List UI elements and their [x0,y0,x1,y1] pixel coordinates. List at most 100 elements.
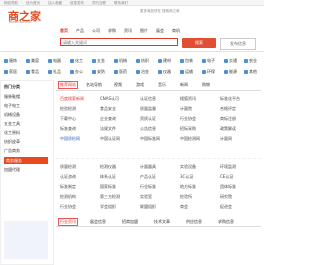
grid-link[interactable]: 计量器具 [140,164,156,170]
sidebar-item[interactable]: 化工原料 [4,130,20,136]
topbar-item[interactable]: 加入收藏 [48,1,62,6]
category-item[interactable]: 机械 [114,58,127,64]
grid-link[interactable]: 搜狐资讯 [180,96,196,102]
category-item[interactable]: 交通 [224,58,237,64]
grid-link[interactable]: CNAS认可 [100,96,119,102]
grid-link[interactable]: 行业协会 [180,116,196,122]
nav-item[interactable]: 公司 [92,28,100,34]
grid-link[interactable]: 学会组织 [100,204,116,210]
grid-link[interactable]: 团体标准 [220,184,236,190]
category-item[interactable]: 其他 [244,69,257,75]
category-item[interactable]: 服饰 [4,58,17,64]
sidebar-highlight[interactable]: 商务服务 [4,157,48,164]
tab-item[interactable]: 供应信息 [186,219,202,225]
tab-item[interactable]: 行业资讯 [58,218,78,226]
sidebar-item[interactable]: 电子电工 [4,103,20,109]
grid-link[interactable]: 商会 [180,204,188,210]
grid-link[interactable]: 标准查询 [60,126,76,132]
category-item[interactable]: 环保 [202,69,215,75]
grid-link[interactable]: 行业标准 [140,184,156,190]
grid-link[interactable]: 标准化平台 [220,96,240,102]
grid-link[interactable]: 招标采购 [180,126,196,132]
topbar-item[interactable]: 联系我们 [114,1,128,6]
nav-item[interactable]: 资讯 [124,28,132,34]
category-item[interactable]: 食品 [26,69,39,75]
grid-link[interactable]: 检验所 [180,194,192,200]
tab-item[interactable]: 新闻 [180,82,188,88]
grid-link[interactable]: 质量监督 [140,106,156,112]
grid-link[interactable]: 促进会 [220,204,232,210]
tab-item[interactable]: 求购信息 [218,219,234,225]
tab-item[interactable]: 推荐网站 [58,81,78,89]
tab-item[interactable]: 招商加盟 [122,219,138,225]
sidebar-item[interactable]: 机械设备 [4,112,20,118]
grid-link[interactable]: 检测仪器 [100,164,116,170]
grid-link[interactable]: 百度搜索新闻 [60,96,84,102]
tab-item[interactable]: 音乐 [158,82,166,88]
grid-link[interactable]: CE认证 [220,174,233,180]
grid-link[interactable]: 公告信息 [140,126,156,132]
grid-link[interactable]: 中国质检网 [60,136,80,142]
grid-link[interactable]: 产品认证 [140,174,156,180]
category-item[interactable]: 五金 [92,58,105,64]
grid-link[interactable]: 第三方检测 [100,194,120,200]
grid-link[interactable]: 体系认证 [100,174,116,180]
category-item[interactable]: 冶金 [136,69,149,75]
nav-item[interactable]: 产品 [76,28,84,34]
tab-item[interactable]: 购物 [202,82,210,88]
category-item[interactable]: 仪器 [158,69,171,75]
publish-button[interactable]: 发布信息 [220,38,256,50]
grid-link[interactable]: 研究院 [220,194,232,200]
grid-link[interactable]: 标准制定 [60,184,76,190]
tab-item[interactable]: 视频 [114,82,122,88]
grid-link[interactable]: 计量院 [180,106,192,112]
tab-item[interactable]: 技术文章 [154,219,170,225]
tab-item[interactable]: 名站导航 [86,82,102,88]
grid-link[interactable]: 认证信息 [140,96,156,102]
grid-link[interactable]: 质量检测 [60,164,76,170]
grid-link[interactable]: 地方标准 [180,184,196,190]
tab-item[interactable]: 展会信息 [90,219,106,225]
sidebar-item[interactable]: 广告商务 [4,148,20,154]
grid-link[interactable]: 国家标准 [100,184,116,190]
category-item[interactable]: 家居 [4,69,17,75]
sidebar-item[interactable]: 加盟代理 [4,167,20,173]
grid-link[interactable]: 中国检测网 [180,136,200,142]
topbar-item[interactable]: 设为首页 [26,1,40,6]
category-item[interactable]: 电子 [202,58,215,64]
category-item[interactable]: 电器 [48,58,61,64]
grid-link[interactable]: 实验室 [140,194,152,200]
grid-link[interactable]: 行业协会 [60,204,76,210]
category-item[interactable]: 礼品 [48,69,61,75]
grid-link[interactable]: 下载中心 [60,116,76,122]
sidebar-item[interactable]: 五金工具 [4,121,20,127]
grid-link[interactable]: 实验设备 [180,164,196,170]
category-item[interactable]: 安防 [92,69,105,75]
nav-item[interactable]: 图片 [140,28,148,34]
grid-link[interactable]: 检测机构 [60,194,76,200]
sidebar-item[interactable]: 纺织皮革 [4,139,20,145]
category-item[interactable]: 包装 [180,58,193,64]
category-item[interactable]: 化工 [70,58,83,64]
nav-item[interactable]: 展会 [156,28,164,34]
nav-item[interactable]: 商机 [172,28,180,34]
topbar-item[interactable]: 网站导航 [4,1,18,6]
search-input[interactable] [60,38,178,46]
grid-link[interactable]: 食品安全 [100,106,116,112]
category-item[interactable]: 农业 [244,58,257,64]
grid-link[interactable]: 中国认证网 [100,136,120,142]
topbar-item[interactable]: 同行互联 [92,1,106,6]
category-item[interactable]: 办公 [70,69,83,75]
grid-link[interactable]: 资质认证 [140,116,156,122]
grid-link[interactable]: 3C认证 [180,174,193,180]
grid-link[interactable]: 计量网 [220,136,232,142]
sidebar-item[interactable]: 服装鞋帽 [4,94,20,100]
grid-link[interactable]: 环境监测 [220,164,236,170]
grid-link[interactable]: 商标注册 [220,116,236,122]
grid-link[interactable]: 法规文件 [100,126,116,132]
grid-link[interactable]: 认证咨询 [60,174,76,180]
grid-link[interactable]: 中国标准网 [140,136,160,142]
grid-link[interactable]: 政策解读 [220,126,236,132]
nav-item-home[interactable]: 首页 [60,28,68,34]
category-item[interactable]: 美容 [26,58,39,64]
